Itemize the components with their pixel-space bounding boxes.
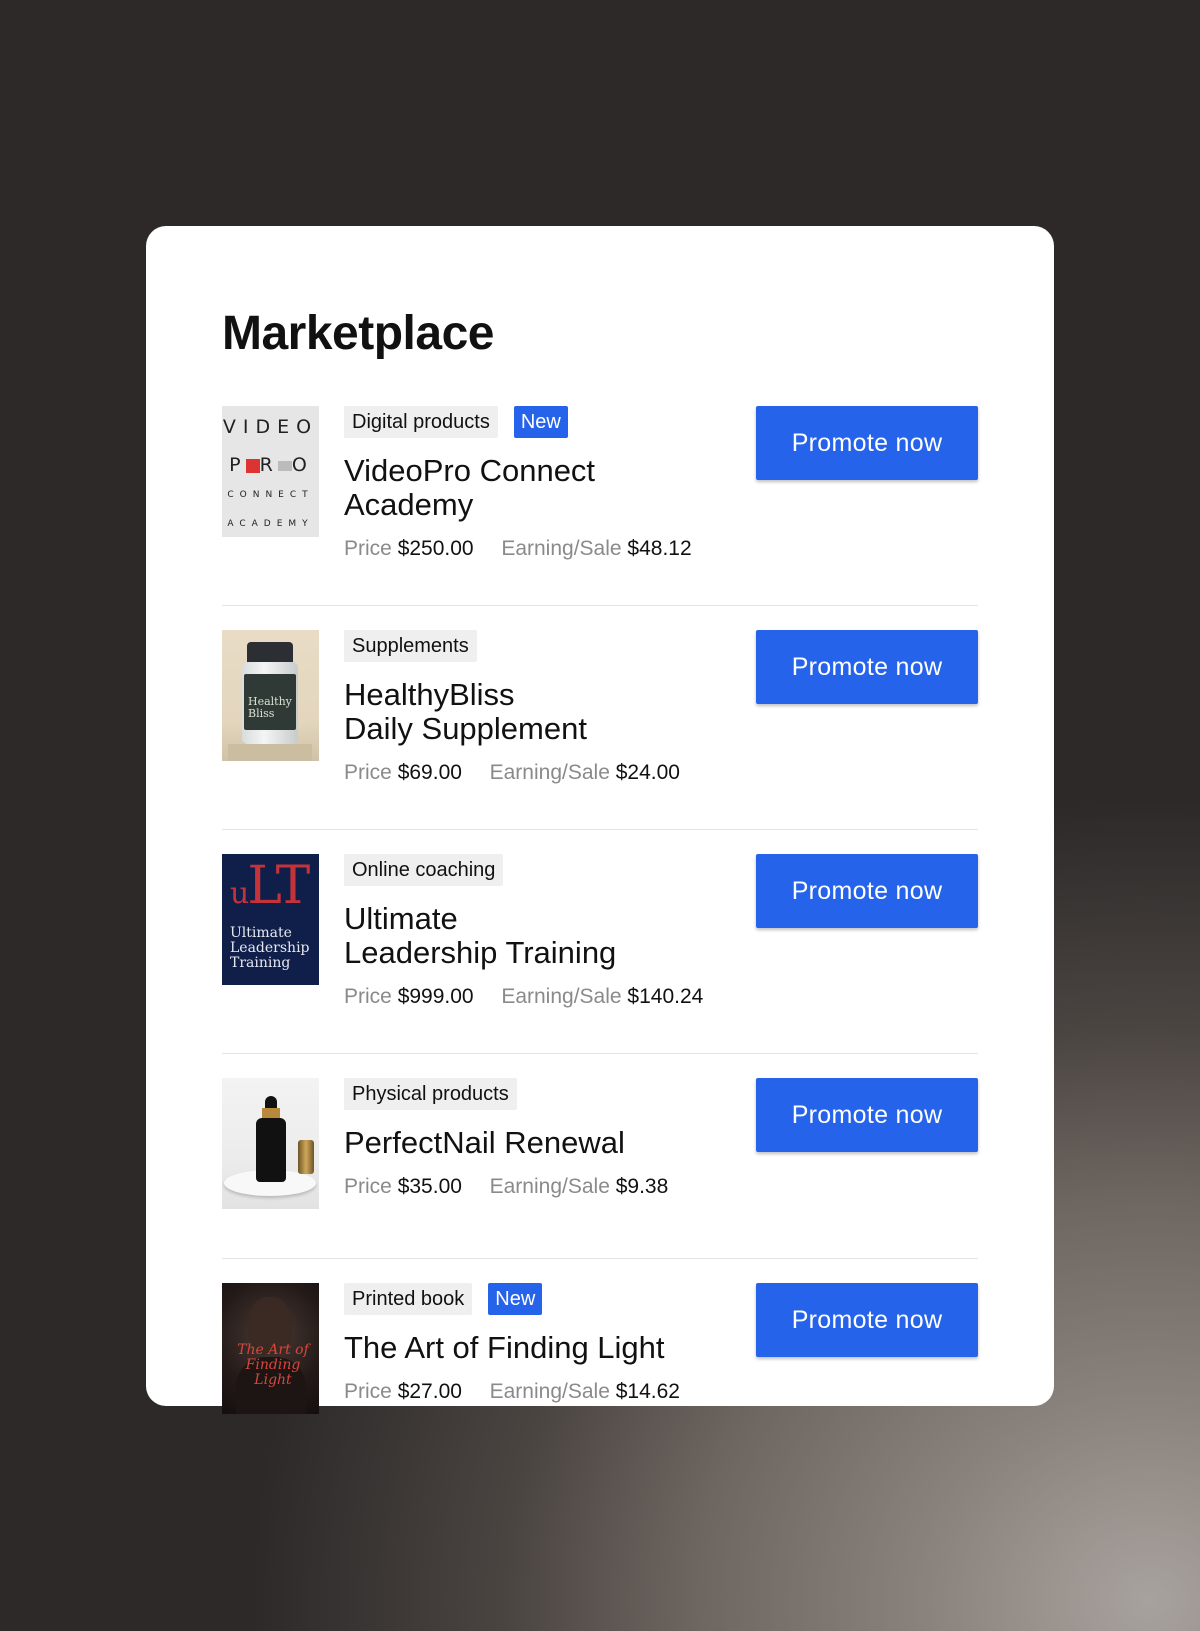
price-label: Price (344, 761, 392, 784)
product-prices: Price $250.00 Earning/Sale $48.12 (344, 534, 978, 564)
product-thumbnail: uLT Ultimate Leadership Training (222, 854, 319, 985)
promote-now-button[interactable]: Promote now (756, 1078, 978, 1152)
thumb-text: ACADEMY (227, 519, 314, 529)
thumb-text: CONNECT (227, 490, 314, 500)
price-value: $999.00 (397, 985, 474, 1008)
earning-label: Earning/Sale (501, 537, 622, 560)
list-item: VIDEO PRO CONNECT ACADEMY Digital produc… (222, 406, 978, 606)
thumb-text: PRO (229, 454, 312, 476)
category-tag: Online coaching (344, 854, 504, 886)
new-badge: New (488, 1283, 543, 1315)
logo-mark-icon (245, 458, 260, 473)
category-tag: Printed book (344, 1283, 473, 1315)
category-tag: Digital products (344, 406, 498, 438)
thumb-text: VIDEO (222, 416, 319, 438)
promote-now-button[interactable]: Promote now (756, 406, 978, 480)
promote-now-button[interactable]: Promote now (756, 1283, 978, 1357)
earning-label: Earning/Sale (489, 1175, 610, 1198)
thumb-text: The Art of Finding Light (237, 1342, 309, 1388)
list-item: The Art of Finding Light Printed book New… (222, 1283, 978, 1423)
logo-mark-icon (277, 460, 292, 471)
product-prices: Price $69.00 Earning/Sale $24.00 (344, 758, 978, 788)
earning-value: $14.62 (615, 1380, 680, 1403)
new-badge: New (513, 406, 568, 438)
product-thumbnail: VIDEO PRO CONNECT ACADEMY (222, 406, 319, 537)
list-item: Healthy Bliss Supplements HealthyBliss Da… (222, 630, 978, 830)
earning-value: $9.38 (615, 1175, 669, 1198)
product-thumbnail: The Art of Finding Light (222, 1283, 319, 1414)
thumb-monogram: uLT (230, 856, 310, 916)
earning-label: Earning/Sale (501, 985, 622, 1008)
price-label: Price (344, 1175, 392, 1198)
promote-now-button[interactable]: Promote now (756, 854, 978, 928)
product-prices: Price $27.00 Earning/Sale $14.62 (344, 1377, 978, 1407)
earning-label: Earning/Sale (489, 761, 610, 784)
earning-value: $24.00 (615, 761, 680, 784)
promote-now-button[interactable]: Promote now (756, 630, 978, 704)
product-prices: Price $35.00 Earning/Sale $9.38 (344, 1172, 978, 1202)
thumb-text: Ultimate Leadership Training (230, 925, 310, 971)
list-item: Physical products PerfectNail Renewal Pr… (222, 1078, 978, 1259)
list-item: uLT Ultimate Leadership Training Online co… (222, 854, 978, 1054)
earning-label: Earning/Sale (489, 1380, 610, 1403)
price-value: $69.00 (397, 761, 462, 784)
price-label: Price (344, 1380, 392, 1403)
thumb-text: Healthy Bliss (244, 674, 296, 730)
price-value: $35.00 (397, 1175, 462, 1198)
earning-value: $48.12 (627, 537, 692, 560)
price-value: $250.00 (397, 537, 474, 560)
product-thumbnail: Healthy Bliss (222, 630, 319, 761)
product-prices: Price $999.00 Earning/Sale $140.24 (344, 982, 978, 1012)
category-tag: Physical products (344, 1078, 517, 1110)
product-thumbnail (222, 1078, 319, 1209)
earning-value: $140.24 (627, 985, 704, 1008)
category-tag: Supplements (344, 630, 477, 662)
price-value: $27.00 (397, 1380, 462, 1403)
price-label: Price (344, 985, 392, 1008)
page-title: Marketplace (222, 307, 494, 360)
marketplace-card: Marketplace VIDEO PRO CONNECT ACADEMY Di… (146, 226, 1054, 1414)
price-label: Price (344, 537, 392, 560)
